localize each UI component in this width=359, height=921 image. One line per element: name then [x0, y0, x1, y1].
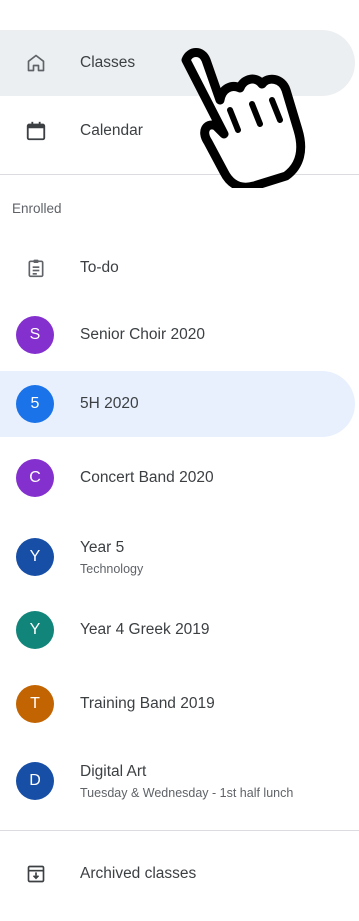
sidebar-nav: Classes Calendar Enrolled To-do S Senior… — [0, 0, 359, 921]
class-subtitle: Tuesday & Wednesday - 1st half lunch — [80, 785, 294, 800]
sidebar-item-label: To-do — [80, 259, 119, 276]
sidebar-item-archived-classes[interactable]: Archived classes — [0, 841, 355, 907]
archive-icon — [22, 860, 50, 888]
calendar-icon — [22, 117, 50, 145]
class-name: Digital Art — [80, 762, 147, 780]
class-name: Training Band 2019 — [80, 695, 215, 712]
sidebar-item-class[interactable]: D Digital Art Tuesday & Wednesday - 1st … — [0, 748, 355, 814]
sidebar-item-class[interactable]: 5 5H 2020 — [0, 371, 355, 437]
avatar: C — [16, 459, 54, 497]
avatar: 5 — [16, 385, 54, 423]
assignment-icon — [22, 254, 50, 282]
sidebar-item-class[interactable]: Y Year 4 Greek 2019 — [0, 597, 355, 663]
sidebar-item-label: Calendar — [80, 122, 143, 139]
class-subtitle: Technology — [80, 561, 144, 576]
section-heading-enrolled: Enrolled — [12, 201, 62, 216]
sidebar-item-label: Archived classes — [80, 865, 197, 882]
sidebar-item-class[interactable]: C Concert Band 2020 — [0, 445, 355, 511]
class-name: Concert Band 2020 — [80, 469, 214, 486]
divider — [0, 830, 359, 831]
class-name: 5H 2020 — [80, 395, 139, 412]
avatar: Y — [16, 538, 54, 576]
avatar: D — [16, 762, 54, 800]
sidebar-item-label: Classes — [80, 54, 136, 71]
class-name: Year 5 — [80, 538, 125, 556]
avatar: Y — [16, 611, 54, 649]
sidebar-item-class[interactable]: S Senior Choir 2020 — [0, 302, 355, 368]
sidebar-item-classes[interactable]: Classes — [0, 30, 355, 96]
class-name: Year 4 Greek 2019 — [80, 621, 210, 638]
avatar: T — [16, 685, 54, 723]
divider — [0, 174, 359, 175]
home-icon — [22, 49, 50, 77]
sidebar-item-todo[interactable]: To-do — [0, 235, 355, 301]
class-name: Senior Choir 2020 — [80, 326, 205, 343]
sidebar-item-calendar[interactable]: Calendar — [0, 98, 355, 164]
avatar: S — [16, 316, 54, 354]
sidebar-item-class[interactable]: T Training Band 2019 — [0, 671, 355, 737]
sidebar-item-class[interactable]: Y Year 5 Technology — [0, 524, 355, 590]
